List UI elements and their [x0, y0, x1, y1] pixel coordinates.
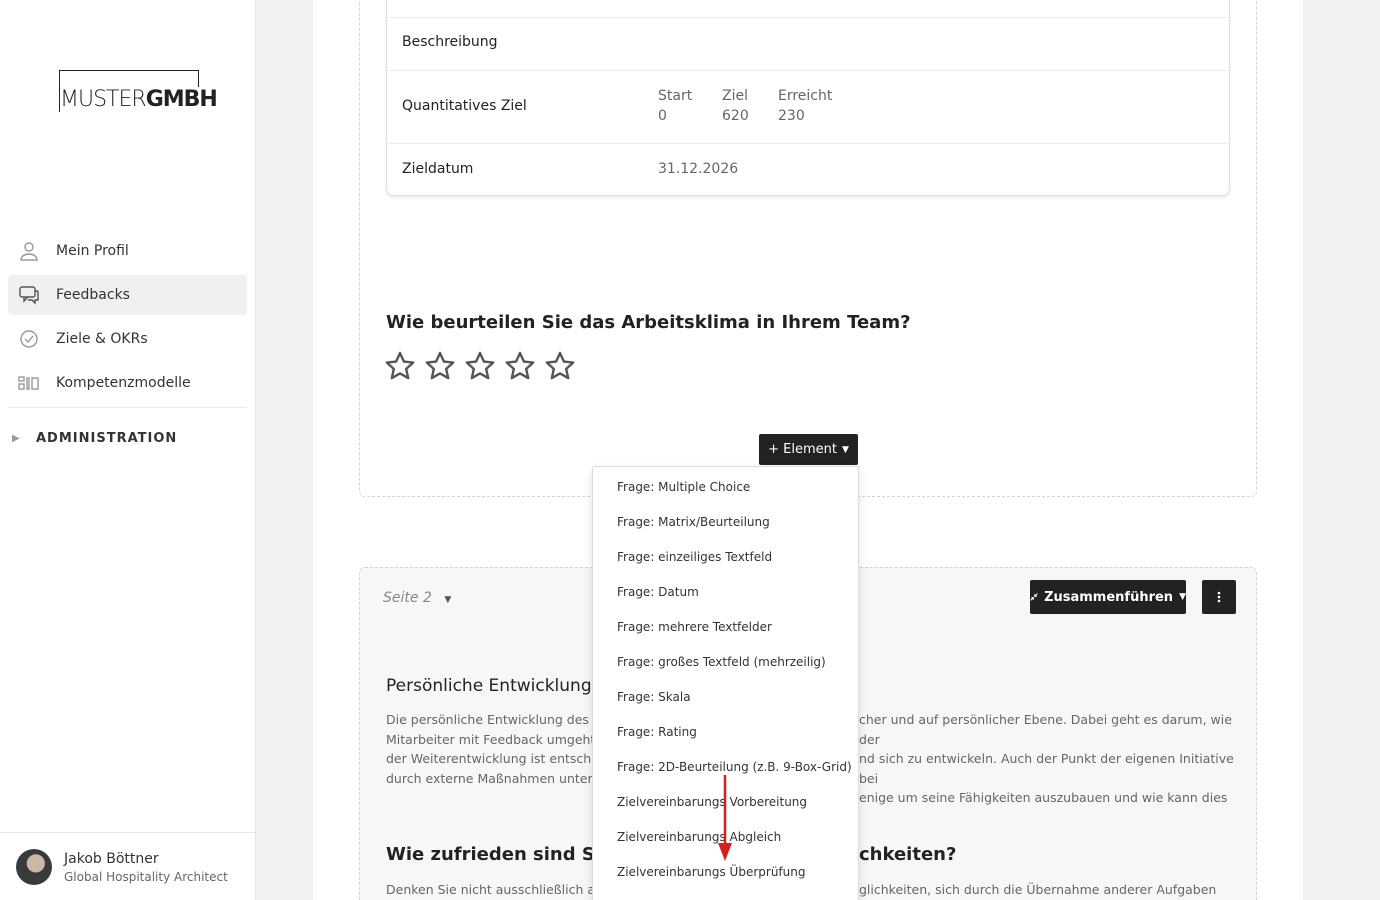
more-options-button[interactable] — [1202, 580, 1236, 614]
section2-title-right: chkeiten? — [859, 844, 957, 865]
quant-target-value: 620 — [722, 108, 749, 124]
text-line: nd sich zu entwickeln. Auch der Punkt de… — [859, 751, 1234, 786]
menu-item-single-line-text[interactable]: Frage: einzeiliges Textfeld — [593, 540, 858, 575]
grid-icon — [18, 376, 39, 390]
logo-text: MUSTERGMBH — [60, 87, 223, 113]
caret-down-icon: ▼ — [444, 595, 452, 605]
sidebar-nav: Mein Profil Feedbacks Ziele & OKRs Kompe… — [8, 231, 247, 408]
add-element-label: + Element — [768, 442, 837, 457]
sidebar-item-label: Ziele & OKRs — [56, 331, 148, 347]
star-icon[interactable] — [464, 350, 496, 382]
menu-item-date[interactable]: Frage: Datum — [593, 575, 858, 610]
admin-label: ADMINISTRATION — [36, 430, 178, 446]
goal-row-label: Quantitatives Ziel — [402, 98, 527, 114]
chat-icon — [19, 286, 39, 305]
section2-text-right: glichkeiten, sich durch die Übernahme an… — [859, 882, 1217, 897]
goal-row-quantitative: Quantitatives Ziel Start 0 Ziel 620 Erre… — [387, 70, 1229, 143]
quant-start-value: 0 — [658, 108, 667, 124]
sidebar-item-kompetenzmodelle[interactable]: Kompetenzmodelle — [8, 363, 247, 403]
rating-question-title: Wie beurteilen Sie das Arbeitsklima in I… — [386, 312, 911, 333]
menu-item-matrix[interactable]: Frage: Matrix/Beurteilung — [593, 505, 858, 540]
goal-card: Beschreibung Quantitatives Ziel Start 0 … — [386, 0, 1230, 196]
user-icon — [20, 242, 38, 261]
merge-label: Zusammenführen — [1044, 589, 1174, 605]
sidebar-item-label: Kompetenzmodelle — [56, 375, 191, 391]
menu-item-multiple-text-fields[interactable]: Frage: mehrere Textfelder — [593, 610, 858, 645]
caret-right-icon: ▶ — [12, 432, 20, 444]
goal-row-description: Beschreibung — [387, 17, 1229, 70]
merge-button[interactable]: Zusammenführen ▼ — [1030, 580, 1186, 614]
quant-reached-label: Erreicht — [778, 88, 833, 104]
compress-icon — [1030, 593, 1038, 601]
logo-part2: GMBH — [145, 87, 218, 112]
check-circle-icon — [20, 330, 38, 348]
menu-item-goal-alignment[interactable]: Zielvereinbarungs Abgleich — [593, 820, 858, 855]
sidebar: MUSTERGMBH Mein Profil Feedbacks Ziele &… — [0, 0, 256, 900]
sidebar-item-administration[interactable]: ▶ ADMINISTRATION — [12, 428, 247, 448]
logo-part1: MUSTER — [60, 87, 147, 112]
page-selector[interactable]: Seite 2 ▼ — [383, 590, 451, 606]
menu-item-rating[interactable]: Frage: Rating — [593, 715, 858, 750]
page-label: Seite 2 — [383, 590, 432, 606]
text-line: enige um seine Fähigkeiten auszubauen un… — [859, 790, 1228, 805]
goal-row-label: Beschreibung — [402, 34, 498, 50]
goal-row-date: Zieldatum 31.12.2026 — [387, 143, 1229, 195]
goal-row-label: Zieldatum — [402, 161, 474, 177]
menu-item-goal-preparation[interactable]: Zielvereinbarungs Vorbereitung — [593, 785, 858, 820]
star-icon[interactable] — [384, 350, 416, 382]
star-icon[interactable] — [544, 350, 576, 382]
sidebar-item-ziele-okrs[interactable]: Ziele & OKRs — [8, 319, 247, 359]
caret-down-icon: ▼ — [841, 444, 849, 455]
star-icon[interactable] — [424, 350, 456, 382]
menu-item-large-text[interactable]: Frage: großes Textfeld (mehrzeilig) — [593, 645, 858, 680]
menu-item-multiple-choice[interactable]: Frage: Multiple Choice — [593, 470, 858, 505]
company-logo[interactable]: MUSTERGMBH — [59, 70, 223, 113]
sidebar-item-mein-profil[interactable]: Mein Profil — [8, 231, 247, 271]
quant-start-label: Start — [658, 88, 693, 104]
avatar — [16, 849, 52, 885]
goal-date-value: 31.12.2026 — [658, 161, 739, 177]
caret-down-icon: ▼ — [1179, 592, 1186, 602]
sidebar-item-feedbacks[interactable]: Feedbacks — [8, 275, 247, 315]
element-dropdown-menu: Frage: Multiple Choice Frage: Matrix/Beu… — [592, 466, 859, 900]
user-profile[interactable]: Jakob Böttner Global Hospitality Archite… — [0, 832, 256, 900]
star-icon[interactable] — [504, 350, 536, 382]
page-1-section: Beschreibung Quantitatives Ziel Start 0 … — [359, 0, 1257, 497]
section-title: Persönliche Entwicklung — [386, 676, 592, 696]
section-text-right: cher und auf persönlicher Ebene. Dabei g… — [859, 710, 1239, 808]
add-element-button[interactable]: + Element ▼ — [759, 434, 858, 465]
user-name: Jakob Böttner — [64, 851, 159, 867]
menu-item-scale[interactable]: Frage: Skala — [593, 680, 858, 715]
sidebar-item-label: Mein Profil — [56, 243, 129, 259]
text-line: cher und auf persönlicher Ebene. Dabei g… — [859, 712, 1232, 747]
rating-stars — [384, 350, 576, 382]
sidebar-divider — [8, 407, 247, 408]
user-role: Global Hospitality Architect — [64, 870, 228, 884]
vertical-dots-icon — [1217, 591, 1221, 603]
section2-title-left: Wie zufrieden sind Sie — [386, 844, 614, 865]
quant-reached-value: 230 — [778, 108, 805, 124]
quant-target-label: Ziel — [722, 88, 748, 104]
menu-item-goal-review[interactable]: Zielvereinbarungs Überprüfung — [593, 855, 858, 890]
menu-item-2d-assessment[interactable]: Frage: 2D-Beurteilung (z.B. 9-Box-Grid) — [593, 750, 858, 785]
sidebar-item-label: Feedbacks — [56, 287, 130, 303]
